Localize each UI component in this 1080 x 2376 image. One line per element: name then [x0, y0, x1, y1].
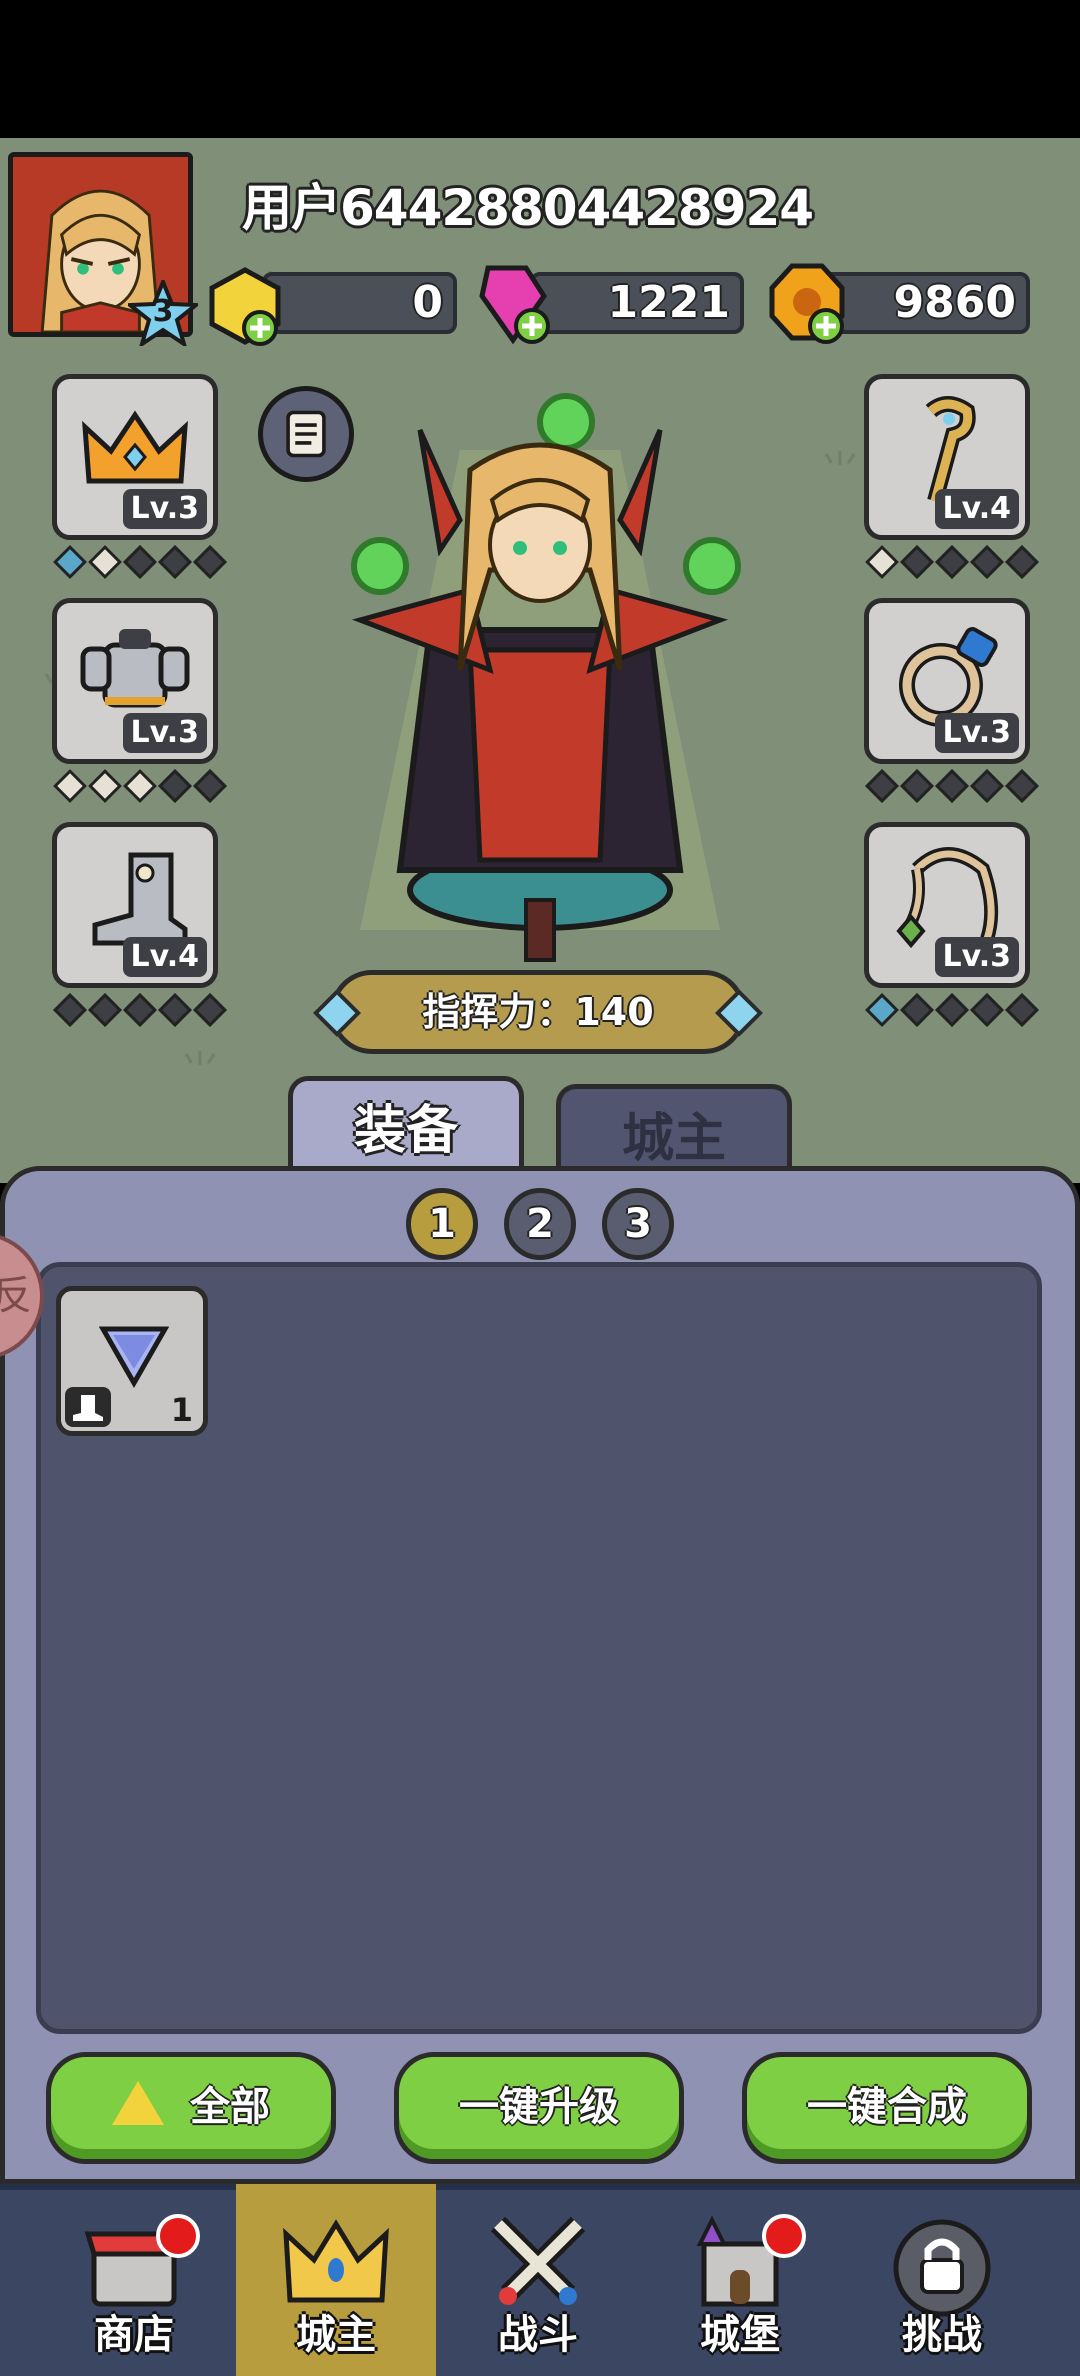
ring-stars: [865, 769, 1039, 803]
boot-icon: [65, 1387, 111, 1427]
hero-character[interactable]: [320, 370, 760, 970]
equip-slot-necklace[interactable]: Lv.3: [864, 822, 1030, 988]
armor-level: Lv.3: [122, 713, 207, 753]
nav-shop-label: 商店: [94, 2312, 174, 2358]
nav-battle[interactable]: 战斗: [438, 2184, 638, 2376]
staff-stars: [865, 545, 1039, 579]
pink-crystal-add-icon[interactable]: [468, 258, 558, 348]
nav-challenge-label: 挑战: [902, 2312, 982, 2358]
necklace-stars: [865, 993, 1039, 1027]
all-filter-button[interactable]: 全部: [46, 2052, 336, 2164]
all-filter-label: 全部: [190, 2084, 270, 2130]
armor-stars: [53, 769, 227, 803]
nav-lord[interactable]: 城主: [236, 2184, 436, 2376]
gold-gem-add-icon[interactable]: [200, 262, 290, 352]
nav-shop[interactable]: 商店: [34, 2184, 234, 2376]
equip-slot-ring[interactable]: Lv.3: [864, 598, 1030, 764]
equip-slot-crown[interactable]: Lv.3: [52, 374, 218, 540]
nav-battle-label: 战斗: [498, 2312, 578, 2358]
castle-notification-dot: [762, 2214, 806, 2258]
page-3[interactable]: 3: [602, 1188, 674, 1260]
page-2[interactable]: 2: [504, 1188, 576, 1260]
triangle-icon: [112, 2081, 164, 2125]
nav-castle[interactable]: 城堡: [640, 2184, 840, 2376]
crown-stars: [53, 545, 227, 579]
upgrade-all-button[interactable]: 一键升级: [394, 2052, 684, 2164]
inventory-item-count: 1: [170, 1391, 193, 1429]
level-star-badge: 3: [124, 276, 202, 349]
pink-crystal-counter: 1221: [530, 272, 744, 334]
inventory-item[interactable]: 1: [56, 1286, 208, 1436]
coin-add-icon[interactable]: [762, 258, 852, 348]
staff-level: Lv.4: [934, 489, 1019, 529]
nav-castle-label: 城堡: [700, 2312, 780, 2358]
shop-notification-dot: [156, 2214, 200, 2258]
boots-stars: [53, 993, 227, 1027]
player-level: 3: [152, 294, 174, 329]
equip-slot-armor[interactable]: Lv.3: [52, 598, 218, 764]
page-1[interactable]: 1: [406, 1188, 478, 1260]
equip-slot-staff[interactable]: Lv.4: [864, 374, 1030, 540]
nav-lord-label: 城主: [296, 2312, 376, 2358]
username: 用户64428804428924: [242, 179, 814, 237]
blue-triangle-gem-icon: [99, 1326, 169, 1389]
necklace-level: Lv.3: [934, 937, 1019, 977]
status-bar: [0, 0, 1080, 138]
nav-challenge[interactable]: 挑战: [842, 2184, 1042, 2376]
boots-level: Lv.4: [122, 937, 207, 977]
equip-slot-boots[interactable]: Lv.4: [52, 822, 218, 988]
gold-gem-counter: 0: [262, 272, 457, 334]
merge-all-button[interactable]: 一键合成: [742, 2052, 1032, 2164]
crown-level: Lv.3: [122, 489, 207, 529]
ring-level: Lv.3: [934, 713, 1019, 753]
command-power: 指挥力：140: [330, 970, 746, 1054]
